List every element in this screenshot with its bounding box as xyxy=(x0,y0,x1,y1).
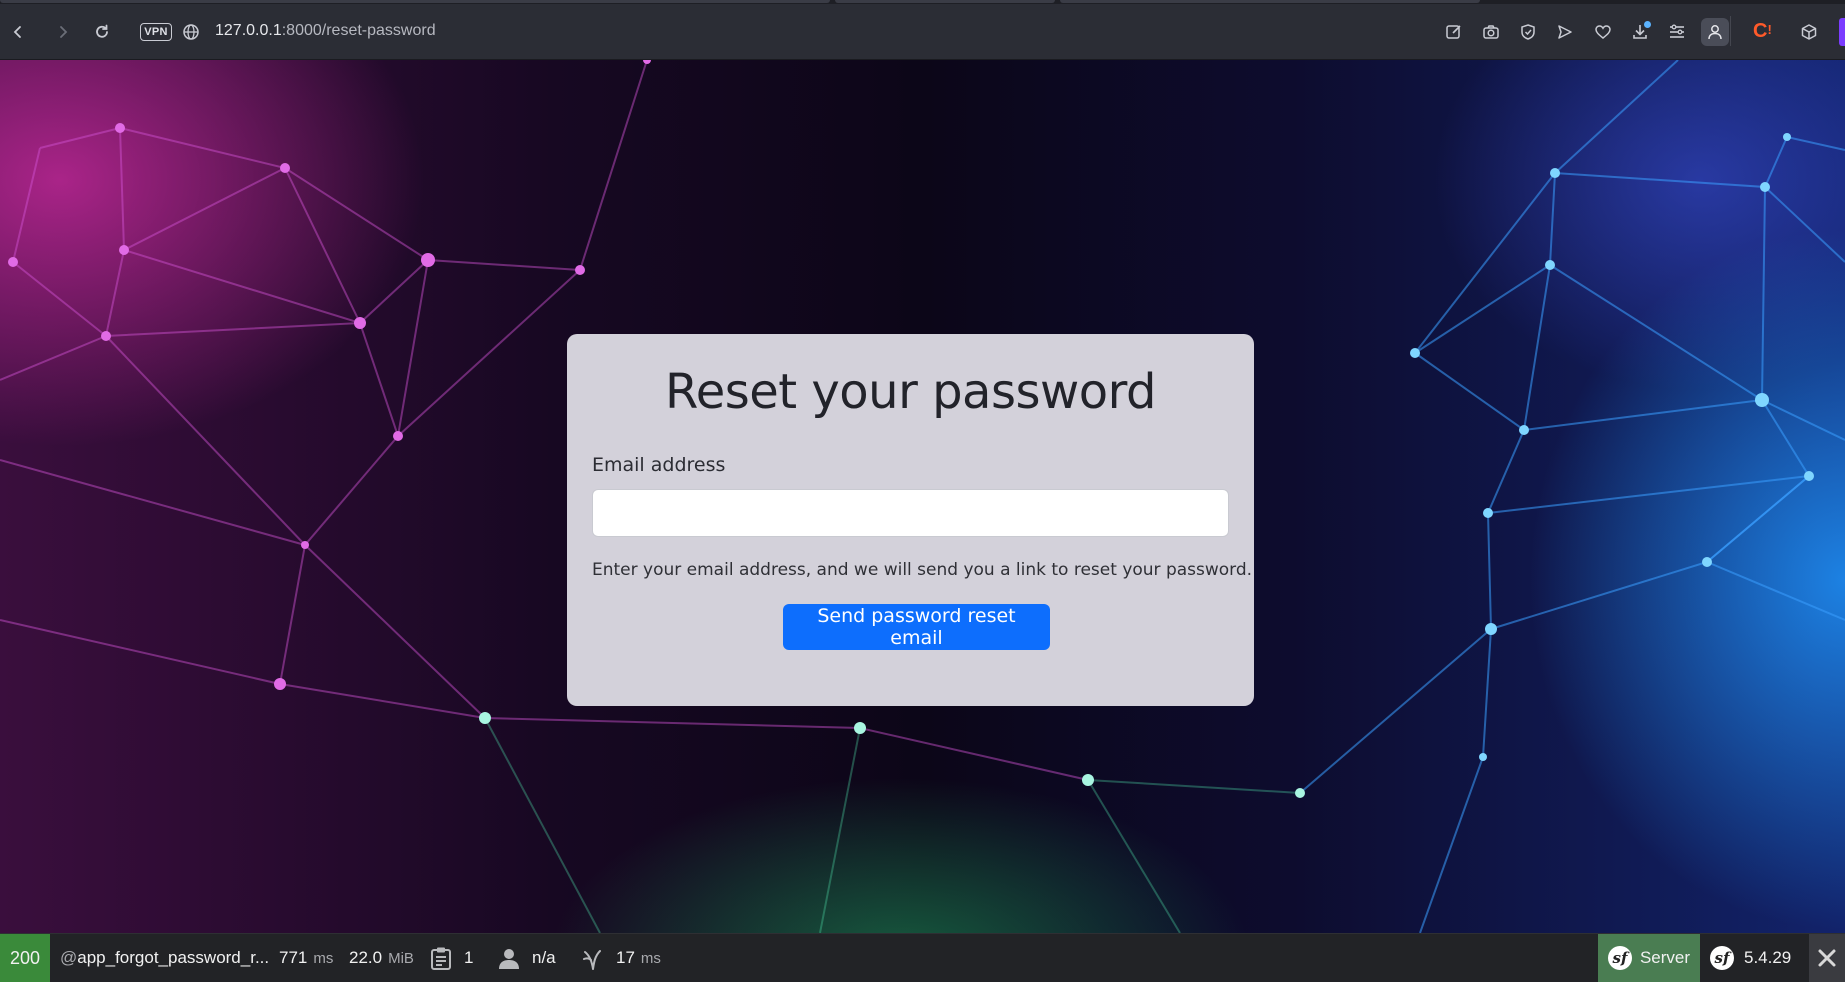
tab[interactable] xyxy=(1060,0,1480,3)
shield-icon xyxy=(1521,24,1535,40)
browser-toolbar: VPN 127.0.0.1:8000/reset-password C! xyxy=(0,0,1845,60)
notification-dot xyxy=(1644,21,1651,28)
send-icon xyxy=(1558,25,1572,39)
server-panel[interactable]: sf Server xyxy=(1598,934,1700,982)
site-info-button[interactable] xyxy=(177,18,205,46)
status-code-badge[interactable]: 200 xyxy=(0,934,50,982)
time-unit: ms xyxy=(313,949,334,967)
url-path: :8000/reset-password xyxy=(281,22,436,39)
twig-icon xyxy=(583,950,601,970)
twig-value: 17 xyxy=(616,948,635,967)
menu-button[interactable] xyxy=(1663,18,1691,46)
edit-icon xyxy=(1446,25,1461,39)
route-prefix: @ xyxy=(60,948,78,967)
symfony-debug-toolbar: 200 @app_forgot_password_r... 771 ms 22.… xyxy=(0,933,1845,982)
twig-unit: ms xyxy=(640,949,661,967)
route-name: app_forgot_password_r... xyxy=(77,948,270,967)
profile-icon xyxy=(1708,25,1722,40)
forms-panel[interactable]: 1 xyxy=(430,934,473,982)
reload-icon xyxy=(96,24,108,38)
forms-count: 1 xyxy=(464,948,474,967)
profile-button[interactable] xyxy=(1701,18,1729,46)
forward-button[interactable] xyxy=(49,18,77,46)
memory-value: 22.0 xyxy=(349,948,383,967)
memory-unit: MiB xyxy=(388,949,414,967)
email-label: Email address xyxy=(592,454,726,476)
downloads-button[interactable] xyxy=(1626,18,1654,46)
back-button[interactable] xyxy=(4,18,32,46)
reset-password-card: Reset your password Email address Enter … xyxy=(567,334,1254,706)
symfony-version-panel[interactable]: sf 5.4.29 xyxy=(1710,934,1791,982)
camera-icon xyxy=(1483,25,1499,39)
version-value: 5.4.29 xyxy=(1744,948,1792,967)
tab-strip xyxy=(0,0,1845,4)
page-title: Reset your password xyxy=(665,364,1156,420)
time-value: 771 xyxy=(279,948,308,967)
vpn-button[interactable]: VPN xyxy=(140,23,172,41)
shield-button[interactable] xyxy=(1514,18,1542,46)
user-value: n/a xyxy=(532,948,556,967)
symfony-logo-icon: sf xyxy=(1607,946,1632,970)
send-button[interactable] xyxy=(1551,18,1579,46)
close-toolbar-button[interactable] xyxy=(1809,934,1845,982)
symfony-logo-icon: sf xyxy=(1710,946,1734,970)
box-icon xyxy=(1801,24,1817,40)
chevron-left-icon xyxy=(13,26,21,38)
toolbar-divider xyxy=(1730,16,1731,46)
heart-icon xyxy=(1595,25,1611,39)
server-label: Server xyxy=(1639,948,1691,967)
close-icon xyxy=(1818,949,1836,967)
favorites-button[interactable] xyxy=(1589,18,1617,46)
address-bar[interactable]: 127.0.0.1:8000/reset-password xyxy=(215,22,436,40)
menu-icon xyxy=(1670,24,1684,38)
screenshot-button[interactable] xyxy=(1477,18,1505,46)
help-text: Enter your email address, and we will se… xyxy=(592,560,1253,580)
route-panel[interactable]: @app_forgot_password_r... xyxy=(60,934,269,982)
memory-panel[interactable]: 22.0 MiB xyxy=(349,934,414,982)
edit-button[interactable] xyxy=(1440,18,1468,46)
box-extension-button[interactable] xyxy=(1795,18,1823,46)
reload-button[interactable] xyxy=(88,18,116,46)
url-host: 127.0.0.1 xyxy=(215,22,282,39)
twig-panel[interactable]: 17 ms xyxy=(582,934,661,982)
security-panel[interactable]: n/a xyxy=(498,934,556,982)
user-icon xyxy=(499,949,519,969)
email-field[interactable] xyxy=(592,489,1229,537)
time-panel[interactable]: 771 ms xyxy=(279,934,333,982)
clipboard-icon xyxy=(431,947,451,970)
tab[interactable] xyxy=(0,0,830,3)
chevron-right-icon xyxy=(60,26,68,38)
sidebar-accent xyxy=(1839,18,1845,46)
tab[interactable] xyxy=(835,0,1055,3)
send-reset-email-button[interactable]: Send password reset email xyxy=(783,604,1050,650)
globe-icon xyxy=(183,24,199,40)
extension-icon[interactable]: C! xyxy=(1753,20,1772,43)
